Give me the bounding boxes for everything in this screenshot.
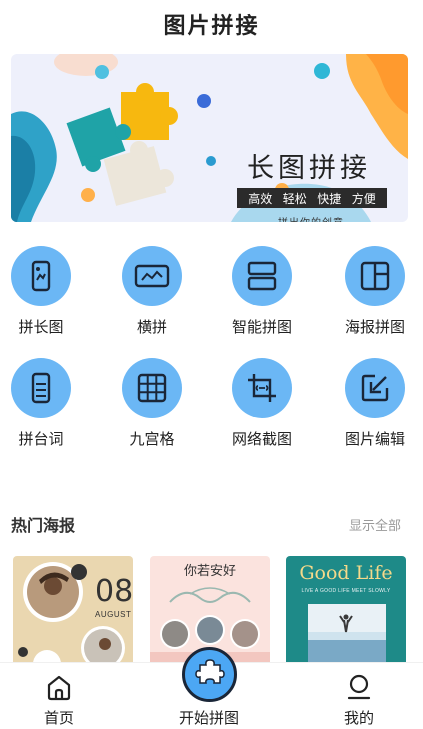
- tab-label: 首页: [43, 710, 74, 727]
- tab-label: 我的: [343, 710, 374, 727]
- tool-label: 横拼: [136, 319, 167, 336]
- promo-banner[interactable]: 长图拼接 高效 轻松 快捷 方便 拼出你的创意: [11, 54, 408, 222]
- tab-label: 开始拼图: [178, 710, 239, 727]
- puzzle-icon: [193, 655, 227, 694]
- tab-mine[interactable]: 我的: [309, 663, 409, 728]
- tool-poster-collage[interactable]: 海报拼图: [325, 246, 423, 337]
- tool-label: 图片编辑: [344, 431, 405, 448]
- banner-tags: 高效 轻松 快捷 方便: [237, 188, 387, 208]
- image-edit-icon: [345, 358, 405, 418]
- tool-horizontal-stitch[interactable]: 横拼: [102, 246, 202, 337]
- tool-web-screenshot[interactable]: 网络截图: [212, 358, 312, 449]
- poster-card[interactable]: 08 AUGUST: [13, 556, 133, 666]
- nine-grid-icon: [122, 358, 182, 418]
- tool-subtitle-stitch[interactable]: 拼台词: [0, 358, 91, 449]
- tool-label: 海报拼图: [344, 319, 405, 336]
- tool-image-edit[interactable]: 图片编辑: [325, 358, 423, 449]
- tool-long-image[interactable]: 拼长图: [0, 246, 91, 337]
- poster-collage-icon: [345, 246, 405, 306]
- tool-label: 拼台词: [18, 431, 64, 448]
- banner-tag: 快捷: [317, 191, 342, 206]
- start-collage-button[interactable]: [182, 647, 237, 702]
- long-image-icon: [11, 246, 71, 306]
- web-screenshot-icon: [232, 358, 292, 418]
- banner-tag: 轻松: [282, 191, 307, 206]
- tool-smart-collage[interactable]: 智能拼图: [212, 246, 312, 337]
- tool-label: 拼长图: [18, 319, 64, 336]
- poster-card[interactable]: Good Life LIVE A GOOD LIFE MEET SLOWLY: [286, 556, 406, 666]
- user-icon: [309, 663, 409, 701]
- tool-nine-grid[interactable]: 九宫格: [102, 358, 202, 449]
- horizontal-stitch-icon: [122, 246, 182, 306]
- smart-collage-icon: [232, 246, 292, 306]
- tool-label: 网络截图: [231, 431, 292, 448]
- banner-tag: 方便: [351, 191, 376, 206]
- banner-title: 长图拼接: [247, 153, 371, 184]
- poster-number: 08: [95, 574, 133, 609]
- poster-month: AUGUST: [95, 610, 132, 619]
- page-title: 图片拼接: [163, 13, 260, 38]
- poster-artwork: [308, 604, 386, 662]
- section-title: 热门海报: [11, 518, 76, 535]
- banner-subtitle: 拼出你的创意: [278, 214, 344, 222]
- subtitle-stitch-icon: [11, 358, 71, 418]
- app-header: 图片拼接: [0, 0, 423, 48]
- tab-home[interactable]: 首页: [9, 663, 109, 728]
- hot-posters-header: 热门海报 显示全部: [11, 512, 401, 536]
- home-icon: [9, 663, 109, 701]
- show-all-link[interactable]: 显示全部: [349, 515, 401, 534]
- tool-label: 九宫格: [129, 431, 175, 448]
- banner-tag: 高效: [248, 191, 273, 206]
- tool-label: 智能拼图: [231, 319, 292, 336]
